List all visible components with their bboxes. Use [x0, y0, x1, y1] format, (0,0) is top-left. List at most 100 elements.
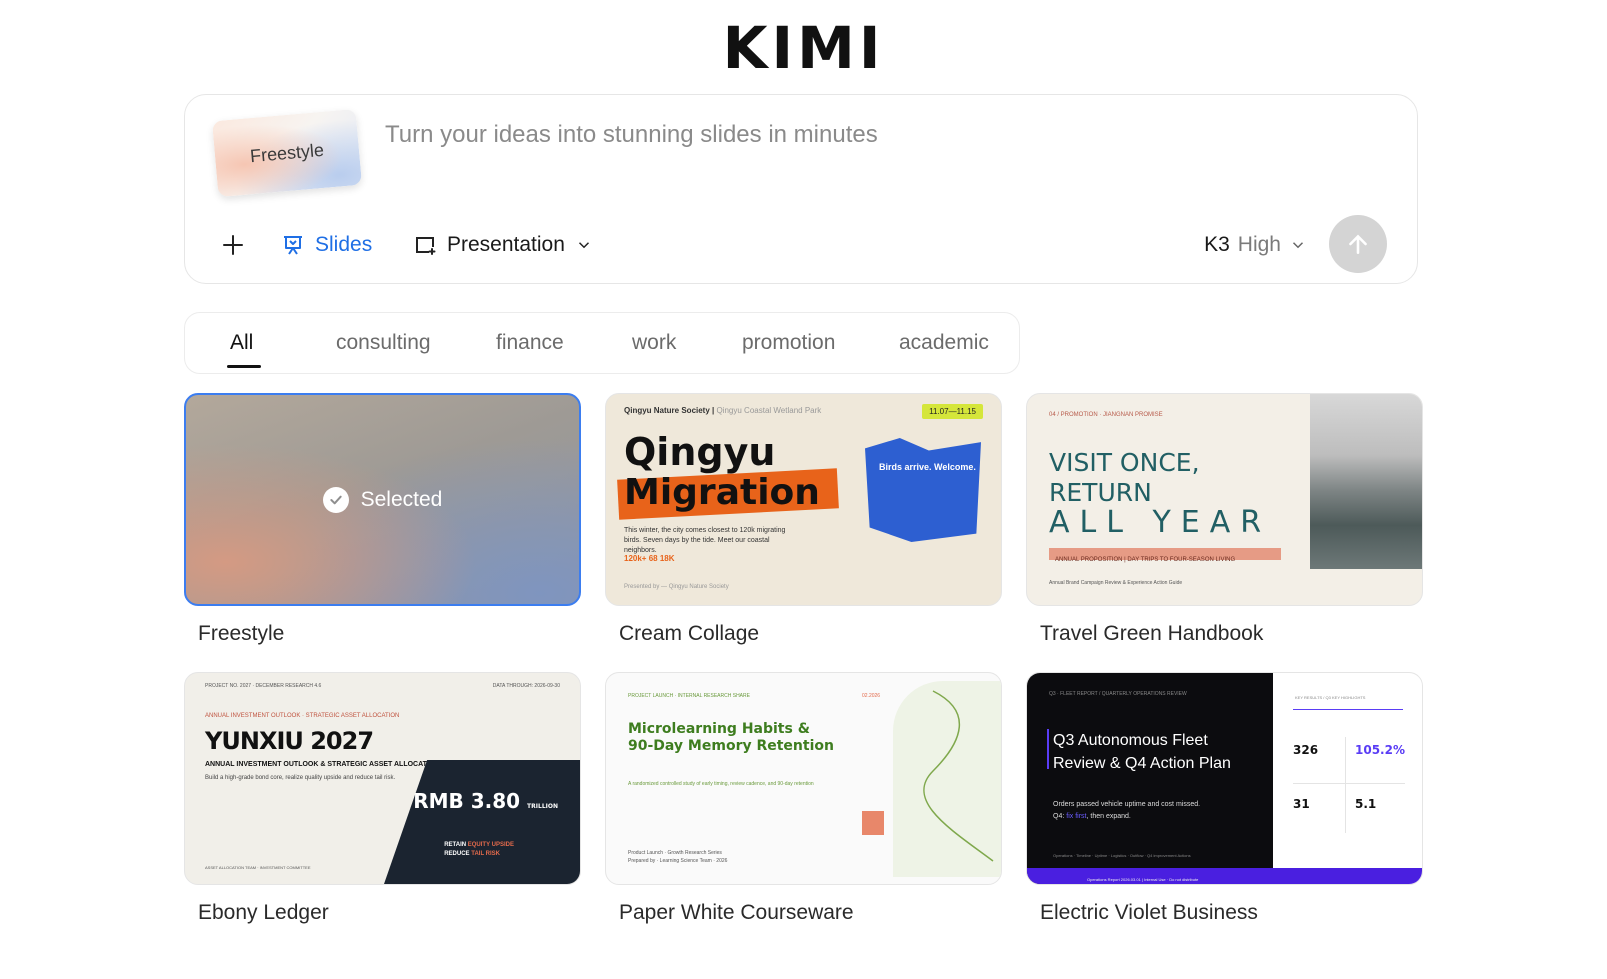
- template-card-paper-white-courseware[interactable]: PROJECT LAUNCH · INTERNAL RESEARCH SHARE…: [605, 672, 1002, 925]
- preview-title: Microlearning Habits & 90-Day Memory Ret…: [628, 721, 834, 755]
- preview-topline: PROJECT NO. 2027 · DECEMBER RESEARCH 4.6…: [205, 683, 560, 689]
- violet-footer-band: Operations Report 2026.03.01 | Internal …: [1027, 868, 1422, 884]
- preview-data-through: DATA THROUGH: 2026-09-30: [492, 683, 560, 689]
- prompt-input[interactable]: [385, 115, 1365, 155]
- presentation-board-icon: [284, 236, 302, 255]
- tab-finance[interactable]: finance: [496, 331, 564, 355]
- preview-line-1: VISIT ONCE,: [1049, 448, 1200, 477]
- preview-title-2: Migration: [624, 472, 820, 513]
- template-thumbnail[interactable]: Q3 · FLEET REPORT / QUARTERLY OPERATIONS…: [1026, 672, 1423, 885]
- check-icon: [322, 487, 349, 513]
- mode-card-label: Freestyle: [249, 139, 325, 166]
- template-name: Paper White Courseware: [619, 901, 854, 924]
- preview-badge: [862, 811, 884, 835]
- preview-footer-1: Product Launch · Growth Research Series: [628, 850, 722, 856]
- violet-rule: [1293, 709, 1403, 710]
- blue-collage-shape: Birds arrive. Welcome.: [865, 438, 981, 542]
- template-name: Ebony Ledger: [198, 901, 329, 924]
- template-card-travel-green-handbook[interactable]: 04 / PROMOTION · JIANGNAN PROMISE VISIT …: [1026, 393, 1423, 646]
- chevron-down-icon: [578, 242, 589, 249]
- tab-work[interactable]: work: [632, 331, 676, 355]
- preview-title-1: Qingyu: [624, 430, 776, 474]
- preview-footer: Operations · Timeline · Uptime · Logisti…: [1053, 853, 1191, 858]
- template-name: Travel Green Handbook: [1040, 622, 1264, 645]
- slides-mode-button[interactable]: Slides: [281, 229, 372, 261]
- preview-desc: Orders passed vehicle uptime and cost mi…: [1053, 799, 1200, 823]
- tab-promotion[interactable]: promotion: [742, 331, 835, 355]
- preview-desc-2c: , then expand.: [1086, 813, 1131, 820]
- preview-stat-3: 31: [1293, 797, 1310, 811]
- template-name: Electric Violet Business: [1040, 901, 1258, 924]
- selected-label: Selected: [360, 488, 443, 511]
- preview-amount: RMB 3.80 TRILLION: [413, 789, 558, 813]
- preview-line-3: ALL YEAR: [1049, 505, 1272, 540]
- template-card-ebony-ledger[interactable]: PROJECT NO. 2027 · DECEMBER RESEARCH 4.6…: [184, 672, 581, 925]
- slides-label: Slides: [315, 233, 373, 256]
- template-thumbnail[interactable]: Qingyu Nature Society | Qingyu Coastal W…: [605, 393, 1002, 606]
- preview-line-2: RETURN: [1049, 478, 1152, 507]
- preview-title-2: 90-Day Memory Retention: [628, 738, 834, 754]
- preview-band-text: Operations Report 2026.03.01 | Internal …: [1087, 877, 1199, 882]
- preview-title-1: Microlearning Habits &: [628, 721, 810, 737]
- preview-retain: RETAIN EQUITY UPSIDE REDUCE TAIL RISK: [444, 841, 514, 859]
- preview-date: 02.2026: [862, 693, 881, 699]
- preview-date: 11.07—11.15: [922, 404, 983, 419]
- preview-title-1: Q3 Autonomous Fleet: [1053, 732, 1208, 749]
- preview-footer-2: Prepared by · Learning Science Team · 20…: [628, 858, 728, 864]
- tab-all[interactable]: All: [230, 331, 253, 355]
- preview-stat-4: 5.1: [1355, 797, 1377, 811]
- kimi-logo: KIMI: [722, 14, 885, 82]
- preview-desc: Build a high-grade bond core, realize qu…: [205, 775, 396, 781]
- preview-contour-art: [893, 681, 1001, 877]
- preview-place: Qingyu Coastal Wetland Park: [716, 406, 822, 415]
- preview-footer: Annual Brand Campaign Review & Experienc…: [1049, 580, 1183, 586]
- retain-highlight-1: EQUITY UPSIDE: [467, 842, 514, 848]
- preview-amount-value: RMB 3.80: [413, 789, 521, 813]
- preview-eyebrow: ANNUAL INVESTMENT OUTLOOK · STRATEGIC AS…: [205, 713, 400, 719]
- preview-title-2: Review & Q4 Action Plan: [1053, 755, 1231, 772]
- prompt-composer: Freestyle Slides Presentation K3 High: [184, 94, 1418, 284]
- preview-title: VISIT ONCE, RETURN ALL YEAR: [1049, 448, 1271, 538]
- stat-divider: [1345, 737, 1346, 833]
- template-card-freestyle[interactable]: Selected Freestyle: [184, 393, 581, 646]
- model-selector-dropdown[interactable]: K3 High: [1204, 229, 1307, 261]
- template-name: Freestyle: [198, 622, 285, 645]
- preview-header: Qingyu Nature Society | Qingyu Coastal W…: [624, 406, 822, 415]
- slide-frame-icon: [416, 237, 436, 255]
- preview-stats: 120k+ 68 18K: [624, 554, 675, 563]
- template-card-cream-collage[interactable]: Qingyu Nature Society | Qingyu Coastal W…: [605, 393, 1002, 646]
- presentation-type-dropdown[interactable]: Presentation: [413, 229, 593, 261]
- preview-eyebrow: Q3 · FLEET REPORT / QUARTERLY OPERATIONS…: [1049, 691, 1187, 697]
- tab-academic[interactable]: academic: [899, 331, 989, 355]
- add-attachment-button[interactable]: [217, 229, 249, 261]
- preview-band: ANNUAL PROPOSITION | DAY TRIPS TO FOUR-S…: [1049, 548, 1281, 563]
- preview-footer: Product Launch · Growth Research Series …: [628, 849, 727, 865]
- preview-eyebrow: 04 / PROMOTION · JIANGNAN PROMISE: [1049, 412, 1163, 418]
- model-level: High: [1237, 233, 1281, 256]
- preview-subtitle: ANNUAL INVESTMENT OUTLOOK & STRATEGIC AS…: [205, 761, 440, 768]
- template-thumbnail[interactable]: 04 / PROMOTION · JIANGNAN PROMISE VISIT …: [1026, 393, 1423, 606]
- template-card-electric-violet-business[interactable]: Q3 · FLEET REPORT / QUARTERLY OPERATIONS…: [1026, 672, 1423, 925]
- stat-divider: [1293, 783, 1405, 784]
- preview-stat-1: 326: [1293, 743, 1319, 757]
- dark-panel: [384, 760, 580, 884]
- send-button[interactable]: [1329, 215, 1387, 273]
- tab-consulting[interactable]: consulting: [336, 331, 431, 355]
- template-thumbnail[interactable]: Selected: [184, 393, 581, 606]
- preview-right-eyebrow: KEY RESULTS / Q3 KEY HIGHLIGHTS: [1295, 695, 1366, 700]
- preview-footer: ASSET ALLOCATION TEAM · INVESTMENT COMMI…: [205, 865, 311, 870]
- category-filter-bar: All consulting finance work promotion ac…: [184, 312, 1020, 374]
- violet-accent-bar: [1047, 729, 1049, 769]
- template-thumbnail[interactable]: PROJECT LAUNCH · INTERNAL RESEARCH SHARE…: [605, 672, 1002, 885]
- presentation-label: Presentation: [447, 233, 565, 256]
- preview-callout: Birds arrive. Welcome.: [879, 462, 976, 472]
- mode-card-freestyle[interactable]: Freestyle: [211, 108, 363, 198]
- retain-highlight-2: TAIL RISK: [471, 851, 500, 857]
- preview-text: This winter, the city comes closest to 1…: [624, 527, 786, 554]
- plus-icon: [223, 235, 243, 255]
- template-thumbnail[interactable]: PROJECT NO. 2027 · DECEMBER RESEARCH 4.6…: [184, 672, 581, 885]
- preview-project: PROJECT NO. 2027 · DECEMBER RESEARCH 4.6: [205, 683, 322, 689]
- composer-toolbar: Slides Presentation K3 High: [185, 215, 1417, 273]
- preview-band-text: ANNUAL PROPOSITION | DAY TRIPS TO FOUR-S…: [1055, 557, 1236, 563]
- preview-stat-2: 105.2%: [1355, 743, 1405, 757]
